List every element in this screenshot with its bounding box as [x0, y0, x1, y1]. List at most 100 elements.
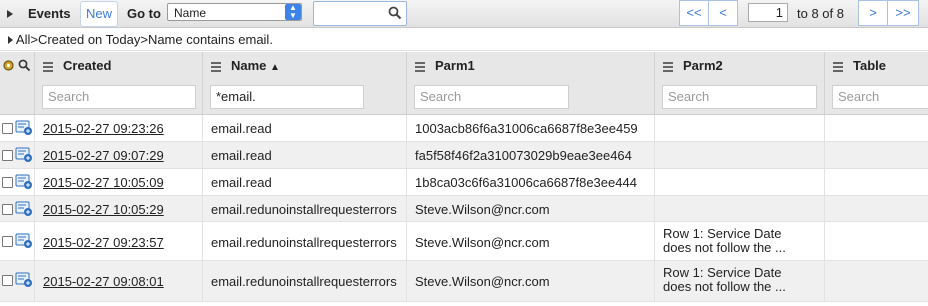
table-row[interactable]: 2015-02-27 10:05:09 email.read 1b8ca03c6f6…: [0, 169, 928, 196]
parm2-value: Row 1: Service Date does not follow the …: [663, 265, 786, 294]
created-link[interactable]: 2015-02-27 09:23:26: [43, 121, 164, 136]
parm1-value: 1003acb86f6a31006ca6687f8e3ee459: [415, 121, 638, 136]
parm1-value: Steve.Wilson@ncr.com: [415, 274, 550, 289]
cell-parm2: Row 1: Service Date does not follow the …: [654, 261, 824, 301]
column-created[interactable]: Created Search: [34, 52, 202, 114]
created-link[interactable]: 2015-02-27 10:05:29: [43, 202, 164, 217]
breadcrumb-all[interactable]: All: [16, 32, 30, 47]
cell-name: email.read: [202, 115, 406, 141]
cell-created: 2015-02-27 10:05:09: [34, 169, 202, 195]
cell-table: [824, 169, 928, 195]
record-preview-icon[interactable]: [15, 147, 33, 163]
toolbar: Events New Go to Name ▲ ▼ << < 1 to 8 of …: [0, 0, 928, 28]
search-icon[interactable]: [18, 59, 31, 72]
table-row[interactable]: 2015-02-27 09:23:26 email.read 1003acb86f6…: [0, 115, 928, 142]
name-value: email.redunoinstallrequesterrors: [211, 235, 397, 250]
cell-name: email.read: [202, 169, 406, 195]
goto-select-value: Name: [174, 6, 207, 20]
goto-search-input[interactable]: [313, 1, 407, 26]
column-header[interactable]: Name ▲: [211, 58, 280, 74]
row-checkbox[interactable]: [2, 236, 13, 247]
column-table[interactable]: Table Search: [824, 52, 928, 114]
cell-parm2: [654, 169, 824, 195]
cell-parm2: Row 1: Service Date does not follow the …: [654, 222, 824, 260]
record-preview-icon[interactable]: [15, 272, 33, 288]
created-link[interactable]: 2015-02-27 10:05:09: [43, 175, 164, 190]
collapse-arrow-icon[interactable]: [7, 0, 13, 27]
table-row[interactable]: 2015-02-27 09:07:29 email.read fa5f58f46f2…: [0, 142, 928, 169]
cell-parm1: fa5f58f46f2a310073029b9eae3ee464: [406, 142, 654, 168]
cell-name: email.redunoinstallrequesterrors: [202, 196, 406, 221]
cell-parm1: 1003acb86f6a31006ca6687f8e3ee459: [406, 115, 654, 141]
column-parm1[interactable]: Parm1 Search: [406, 52, 654, 114]
column-menu-icon[interactable]: [211, 60, 221, 74]
created-search-input[interactable]: Search: [42, 85, 196, 109]
record-preview-icon[interactable]: [15, 201, 33, 217]
breadcrumb-name[interactable]: Name contains email.: [148, 32, 273, 47]
created-link[interactable]: 2015-02-27 09:08:01: [43, 274, 164, 289]
parm2-search-input[interactable]: Search: [662, 85, 817, 109]
goto-select[interactable]: Name ▲ ▼: [167, 3, 302, 21]
row-checkbox[interactable]: [2, 123, 13, 134]
cell-created: 2015-02-27 10:05:29: [34, 196, 202, 221]
row-checkbox[interactable]: [2, 204, 13, 215]
record-preview-icon[interactable]: [15, 174, 33, 190]
column-header[interactable]: Parm1: [415, 58, 475, 74]
search-icon[interactable]: [388, 6, 402, 20]
parm2-value: Row 1: Service Date does not follow the …: [663, 226, 786, 255]
cell-parm2: [654, 196, 824, 221]
select-arrows-icon: ▲ ▼: [285, 4, 301, 20]
cell-created: 2015-02-27 09:07:29: [34, 142, 202, 168]
cell-parm1: Steve.Wilson@ncr.com: [406, 261, 654, 301]
last-page-button[interactable]: >>: [887, 0, 919, 26]
cell-created: 2015-02-27 09:23:57: [34, 222, 202, 260]
name-value: email.redunoinstallrequesterrors: [211, 202, 397, 217]
parm1-value: 1b8ca03c6f6a31006ca6687f8e3ee444: [415, 175, 637, 190]
table-header: Created Search Name ▲ *email. Parm1 Sear…: [0, 52, 928, 115]
breadcrumb-arrow-icon: [8, 36, 13, 44]
prev-page-button[interactable]: <: [708, 0, 738, 26]
record-preview-icon[interactable]: [15, 233, 33, 249]
new-button[interactable]: New: [80, 1, 118, 27]
table-row[interactable]: 2015-02-27 10:05:29 email.redunoinstallre…: [0, 196, 928, 222]
column-name[interactable]: Name ▲ *email.: [202, 52, 406, 114]
breadcrumb-separator: >: [30, 32, 38, 47]
name-value: email.read: [211, 121, 272, 136]
page-number-input[interactable]: 1: [748, 3, 788, 22]
row-checkbox[interactable]: [2, 275, 13, 286]
cell-table: [824, 115, 928, 141]
column-header[interactable]: Parm2: [663, 58, 723, 74]
breadcrumb-created[interactable]: Created on Today: [38, 32, 140, 47]
name-value: email.read: [211, 148, 272, 163]
header-tools: [0, 52, 34, 114]
column-menu-icon[interactable]: [663, 60, 673, 74]
name-search-input[interactable]: *email.: [210, 85, 364, 109]
goto-label: Go to: [127, 6, 161, 21]
cell-table: [824, 222, 928, 260]
column-menu-icon[interactable]: [415, 60, 425, 74]
column-header[interactable]: Created: [43, 58, 111, 74]
gear-icon[interactable]: [2, 59, 15, 72]
next-page-button[interactable]: >: [858, 0, 888, 26]
table-row[interactable]: 2015-02-27 09:08:01 email.redunoinstallre…: [0, 261, 928, 302]
cell-parm1: 1b8ca03c6f6a31006ca6687f8e3ee444: [406, 169, 654, 195]
cell-created: 2015-02-27 09:23:26: [34, 115, 202, 141]
column-header[interactable]: Table: [833, 58, 886, 74]
column-parm2[interactable]: Parm2 Search: [654, 52, 824, 114]
cell-parm2: [654, 115, 824, 141]
column-menu-icon[interactable]: [833, 60, 843, 74]
created-link[interactable]: 2015-02-27 09:23:57: [43, 235, 164, 250]
cell-parm2: [654, 142, 824, 168]
record-preview-icon[interactable]: [15, 120, 33, 136]
parm1-search-input[interactable]: Search: [414, 85, 569, 109]
table-row[interactable]: 2015-02-27 09:23:57 email.redunoinstallre…: [0, 222, 928, 261]
list-title: Events: [28, 6, 71, 21]
row-checkbox[interactable]: [2, 177, 13, 188]
first-page-button[interactable]: <<: [679, 0, 709, 26]
row-checkbox[interactable]: [2, 150, 13, 161]
column-menu-icon[interactable]: [43, 60, 53, 74]
created-link[interactable]: 2015-02-27 09:07:29: [43, 148, 164, 163]
breadcrumb-separator: >: [140, 32, 148, 47]
table-search-input[interactable]: Search: [832, 85, 928, 109]
name-value: email.redunoinstallrequesterrors: [211, 274, 397, 289]
